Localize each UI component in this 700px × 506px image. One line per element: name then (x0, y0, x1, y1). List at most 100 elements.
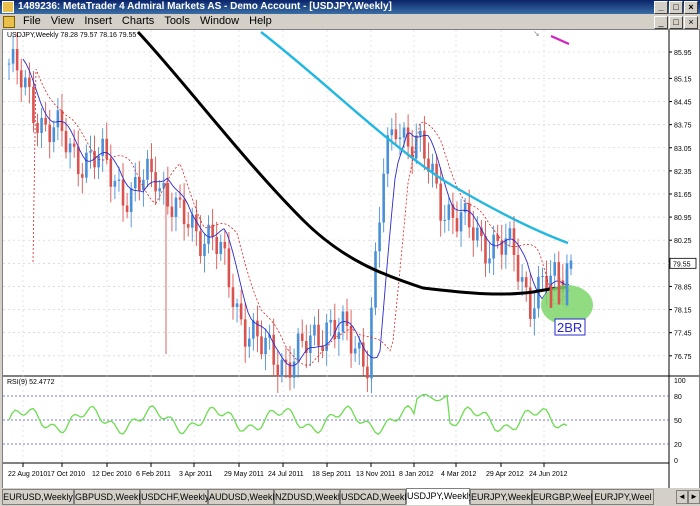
menu-window[interactable]: Window (195, 14, 244, 29)
candle-body (166, 182, 170, 207)
candle-body (296, 333, 300, 362)
candle-body (386, 135, 390, 174)
candle-body (85, 152, 88, 178)
date-label: 8 Jan 2012 (399, 471, 434, 478)
candle-body (569, 260, 573, 269)
candle-body (467, 203, 471, 228)
candle-body (524, 277, 528, 288)
candle-body (443, 219, 447, 221)
tab-usdcad-weekly[interactable]: USDCAD,Weekly (340, 489, 411, 505)
tab-scroll-left-button[interactable]: ◄ (676, 490, 688, 504)
chart-minimize-button[interactable]: _ (654, 16, 668, 29)
menu-file[interactable]: File (18, 14, 46, 29)
candle-body (260, 336, 263, 355)
candle-body (382, 173, 385, 223)
tab-eurjpy-weekly[interactable]: EURJPY,Weekly (470, 489, 537, 505)
maximize-button[interactable]: □ (669, 1, 683, 14)
candle-body (329, 319, 333, 323)
close-button[interactable]: × (684, 1, 698, 14)
chart-window[interactable]: 85.95 85.15 84.45 83.75 83.05 82.35 81.65 80.95… (2, 29, 700, 489)
date-label: 4 Mar 2012 (441, 471, 477, 478)
candle-body (146, 158, 149, 180)
minimize-button[interactable]: _ (654, 1, 668, 14)
candle-body (19, 70, 23, 88)
menu-tools[interactable]: Tools (159, 14, 195, 29)
candle-body (398, 137, 402, 140)
candle-body (182, 199, 186, 225)
tab-scroll-right-button[interactable]: ► (688, 490, 700, 504)
candle-body (235, 303, 239, 307)
candle-body (113, 180, 117, 187)
candle-body (345, 311, 349, 326)
candle-body (492, 234, 495, 259)
candle-body (133, 177, 137, 189)
candle-body (81, 174, 84, 178)
candle-body (150, 158, 153, 173)
candle-body (23, 77, 27, 88)
rsi-axis-label: 50 (674, 418, 682, 425)
menu-charts[interactable]: Charts (117, 14, 159, 29)
date-label: 3 Apr 2011 (179, 471, 212, 478)
candle-body (129, 188, 133, 212)
menu-insert[interactable]: Insert (79, 14, 117, 29)
candle-body (520, 277, 524, 282)
price-chart[interactable]: 85.95 85.15 84.45 83.75 83.05 82.35 81.65 80.95… (3, 30, 699, 488)
candle-body (211, 224, 214, 237)
candle-body (406, 127, 410, 147)
candle-body (138, 177, 141, 191)
candle-body (557, 262, 561, 281)
candle-body (431, 163, 434, 172)
candle-body (463, 203, 467, 213)
candle-body (353, 348, 357, 354)
rsi-label: RSI(9) 52.4772 (7, 379, 55, 386)
candle-body (549, 284, 553, 308)
metatrader-logo-icon (2, 1, 14, 13)
date-label: 29 May 2011 (224, 471, 264, 478)
candle-body (553, 262, 557, 276)
tab-eurjpy-weel[interactable]: EURJPY,Weel (592, 489, 654, 505)
candle-body (170, 206, 174, 218)
candle-body (97, 155, 100, 168)
price-label: 85.15 (674, 76, 692, 83)
candle-body (309, 335, 312, 354)
candle-body (394, 129, 398, 140)
candle-body (227, 248, 231, 288)
tab-gbpusd-weekly[interactable]: GBPUSD,Weekly (74, 489, 145, 505)
menu-help[interactable]: Help (244, 14, 277, 29)
tab-nzdusd-weekly[interactable]: NZDUSD,Weekly (274, 489, 344, 505)
candle-body (32, 86, 35, 123)
candle-body (252, 320, 255, 339)
candle-body (378, 222, 381, 252)
candle-body (300, 333, 304, 341)
tab-usdjpy-weekly[interactable]: USDJPY,Weekly (406, 488, 473, 505)
candle-body (36, 122, 39, 133)
tab-usdchf-weekly[interactable]: USDCHF,Weekly (140, 489, 209, 505)
candle-body (419, 130, 422, 136)
rsi-axis-label: 100 (674, 378, 686, 385)
candle-body (60, 110, 64, 132)
tab-audusd-weekly[interactable]: AUDUSD,Weekly (208, 489, 279, 505)
candle-body (223, 241, 227, 249)
chart-close-button[interactable]: × (684, 16, 698, 29)
candle-body (125, 205, 129, 212)
date-label: 24 Jun 2012 (529, 471, 568, 478)
date-label: 18 Sep 2011 (312, 471, 351, 478)
chart-restore-button[interactable]: □ (669, 16, 683, 29)
price-label: 85.95 (674, 50, 692, 57)
chart-tabs: EURUSD,Weekly GBPUSD,Weekly USDCHF,Weekly A… (0, 488, 700, 506)
title-bar: 1489236: MetaTrader 4 Admiral Markets AS… (0, 0, 700, 14)
price-label: 78.15 (674, 308, 692, 315)
candle-body (239, 303, 243, 320)
chart-window-icon[interactable] (3, 16, 15, 28)
candle-body (414, 135, 418, 159)
tab-eurusd-weekly[interactable]: EURUSD,Weekly (2, 489, 74, 505)
candle-body (52, 127, 56, 143)
window-title: 1489236: MetaTrader 4 Admiral Markets AS… (18, 1, 392, 12)
menu-view[interactable]: View (46, 14, 80, 29)
tab-eurgbp-weekly[interactable]: EURGBP,Weekly (532, 489, 602, 505)
candle-body (158, 188, 161, 192)
candle-body (455, 217, 459, 232)
candle-body (243, 319, 247, 347)
candle-body (349, 325, 353, 354)
menu-bar: File View Insert Charts Tools Window Help _ □ × (0, 14, 700, 29)
